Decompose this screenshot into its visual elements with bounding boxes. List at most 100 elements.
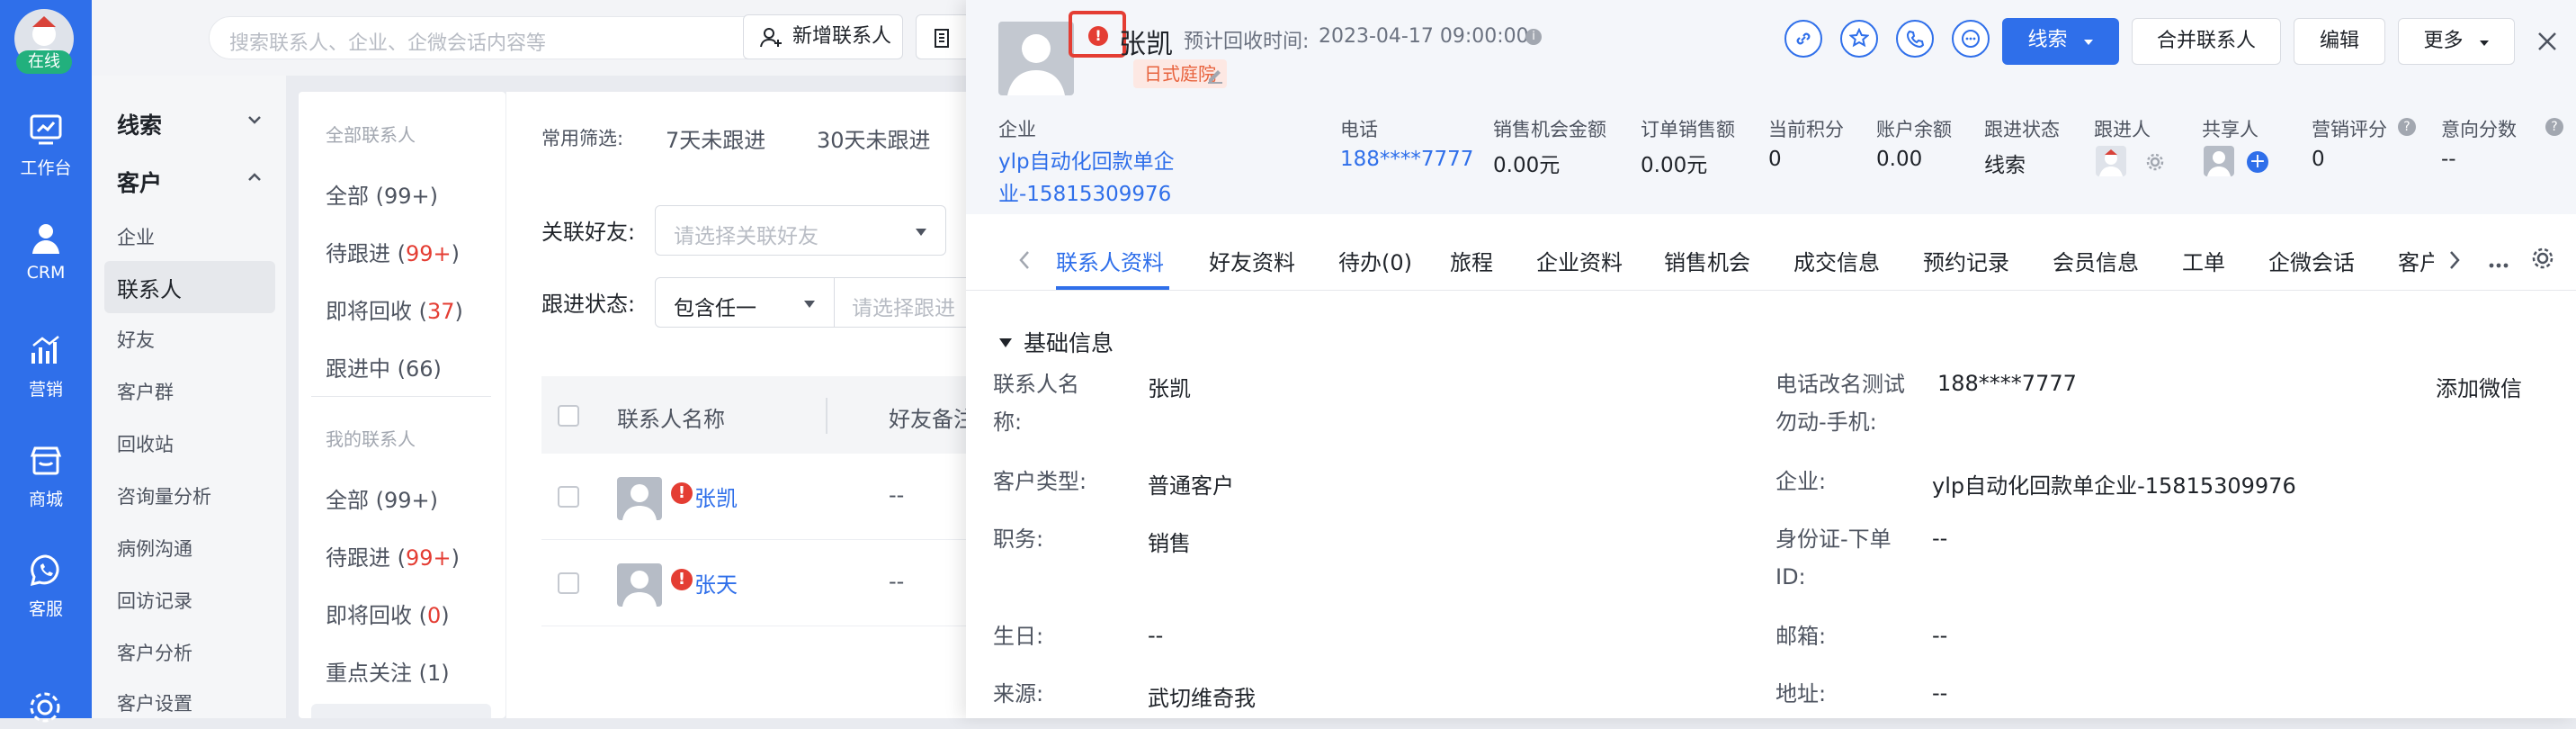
nav-item-friends[interactable]: 好友 bbox=[117, 326, 155, 353]
edit-button[interactable]: 编辑 bbox=[2294, 18, 2385, 65]
filter-suffix: ) bbox=[454, 299, 463, 324]
nav-item-settings[interactable]: 客户设置 bbox=[117, 689, 192, 716]
follower-avatar[interactable] bbox=[2096, 146, 2126, 176]
add-contact-label: 新增联系人 bbox=[792, 25, 892, 48]
tab-wecom-chat[interactable]: 企微会话 bbox=[2268, 245, 2355, 276]
add-sharer-icon[interactable]: + bbox=[2247, 151, 2268, 173]
summary-phone-value[interactable]: 188****7777 bbox=[1340, 148, 1473, 171]
filter-suffix: ) bbox=[451, 545, 461, 571]
nav-group-leads[interactable]: 线索 bbox=[117, 108, 162, 140]
tabs-prev-icon[interactable] bbox=[1018, 250, 1031, 274]
filter-mine-recycle[interactable]: 即将回收 (0) bbox=[326, 598, 450, 629]
tab-ticket[interactable]: 工单 bbox=[2182, 245, 2225, 276]
pending-count: 99+ bbox=[406, 545, 452, 571]
tab-customer[interactable]: 客户 bbox=[2398, 245, 2434, 276]
edit-tag-icon[interactable] bbox=[1205, 65, 1225, 88]
more-tabs-icon[interactable] bbox=[2488, 256, 2509, 273]
tab-appointment[interactable]: 预约记录 bbox=[1923, 245, 2009, 276]
filter-mine-pending[interactable]: 待跟进 (99+) bbox=[326, 540, 460, 572]
clue-button[interactable]: 线索 bbox=[2002, 18, 2119, 65]
gear-icon[interactable] bbox=[2146, 153, 2164, 175]
bar-chart-icon bbox=[31, 336, 59, 364]
contact-name-link[interactable]: 张天 bbox=[694, 567, 738, 598]
add-wechat-link[interactable]: 添加微信 bbox=[2436, 371, 2522, 402]
recycle-count: 0 bbox=[427, 603, 442, 628]
more-button[interactable]: 更多 bbox=[2398, 18, 2515, 65]
field-address-value: -- bbox=[1932, 680, 1948, 706]
select-all-checkbox[interactable] bbox=[558, 405, 579, 427]
add-contact-button[interactable]: 新增联系人 bbox=[743, 14, 903, 59]
nav-item-groups[interactable]: 客户群 bbox=[117, 378, 174, 405]
person-icon bbox=[32, 224, 59, 254]
summary-balance-label: 账户余额 bbox=[1876, 119, 1952, 140]
tab-friend-info[interactable]: 好友资料 bbox=[1209, 245, 1295, 276]
rail-item-shop[interactable]: 商城 bbox=[0, 443, 92, 510]
warning-icon: ! bbox=[671, 482, 693, 504]
rail-item-dashboard[interactable]: 工作台 bbox=[0, 112, 92, 179]
search-input[interactable]: 搜索联系人、企业、企微会话内容等 bbox=[209, 16, 808, 59]
filter-7-days[interactable]: 7天未跟进 bbox=[666, 122, 765, 154]
tabs-next-icon[interactable] bbox=[2448, 250, 2461, 274]
nav-item-recycle[interactable]: 回收站 bbox=[117, 430, 174, 457]
star-button[interactable] bbox=[1840, 20, 1878, 58]
search-placeholder: 搜索联系人、企业、企微会话内容等 bbox=[229, 32, 547, 55]
section-title: 基础信息 bbox=[1024, 330, 1114, 356]
help-icon[interactable]: ? bbox=[2545, 118, 2563, 136]
info-icon[interactable]: i bbox=[1525, 29, 1542, 45]
tab-contact-info[interactable]: 联系人资料 bbox=[1056, 245, 1164, 276]
nav-item-analysis[interactable]: 客户分析 bbox=[117, 639, 192, 666]
tab-journey[interactable]: 旅程 bbox=[1450, 245, 1493, 276]
field-source-value: 武切维奇我 bbox=[1148, 686, 1256, 711]
tab-deal[interactable]: 成交信息 bbox=[1793, 245, 1880, 276]
filter-all[interactable]: 全部 (99+) bbox=[326, 178, 438, 210]
contact-name-link[interactable]: 张凯 bbox=[694, 481, 738, 512]
row-checkbox[interactable] bbox=[558, 572, 579, 594]
summary-company-value[interactable]: ylp自动化回款单企 业-15815309976 bbox=[998, 146, 1175, 211]
summary-opp-value: 0.00元 bbox=[1493, 154, 1561, 177]
tab-company-info[interactable]: 企业资料 bbox=[1536, 245, 1623, 276]
col-name[interactable]: 联系人名称 bbox=[617, 401, 725, 433]
tab-todo[interactable]: 待办(0) bbox=[1338, 245, 1412, 276]
tab-member[interactable]: 会员信息 bbox=[2053, 245, 2139, 276]
summary-phone-label: 电话 bbox=[1340, 119, 1378, 140]
rail-item-crm[interactable]: CRM bbox=[0, 220, 92, 283]
collapse-caret-icon[interactable] bbox=[998, 335, 1013, 352]
table-row[interactable]: ! 张凯 -- bbox=[541, 454, 1009, 540]
help-icon[interactable]: ? bbox=[2398, 118, 2416, 136]
col-remark[interactable]: 好友备注 bbox=[889, 401, 975, 433]
filter-30-days[interactable]: 30天未跟进 bbox=[817, 122, 931, 154]
contact-filter-list: 全部联系人 全部 (99+) 待跟进 (99+) 即将回收 (37) 跟进中 (… bbox=[299, 92, 505, 718]
friend-select[interactable]: 请选择关联好友 bbox=[655, 205, 946, 256]
field-email-label: 邮箱: bbox=[1775, 624, 1827, 649]
nav-item-visit[interactable]: 回访记录 bbox=[117, 587, 192, 614]
nav-item-contacts[interactable]: 联系人 bbox=[117, 272, 182, 303]
nav-item-inquiry[interactable]: 咨询量分析 bbox=[117, 482, 211, 509]
filter-mine-all[interactable]: 全部 (99+) bbox=[326, 482, 438, 514]
rail-item-marketing[interactable]: 营销 bbox=[0, 333, 92, 400]
status-mode-select[interactable]: 包含任一 bbox=[655, 277, 835, 328]
tab-settings-icon[interactable] bbox=[2531, 247, 2554, 274]
close-icon[interactable] bbox=[2536, 31, 2558, 56]
section-all-contacts: 全部联系人 bbox=[326, 124, 416, 146]
nav-item-case[interactable]: 病例沟通 bbox=[117, 535, 192, 562]
phone-button[interactable] bbox=[1896, 20, 1934, 58]
tab-opportunity[interactable]: 销售机会 bbox=[1664, 245, 1750, 276]
row-checkbox[interactable] bbox=[558, 486, 579, 508]
sharer-avatar[interactable] bbox=[2204, 146, 2234, 176]
nav-item-company[interactable]: 企业 bbox=[117, 223, 155, 250]
summary-score-value: 0 bbox=[2312, 148, 2325, 171]
table-row[interactable]: ! 张天 -- bbox=[541, 540, 1009, 626]
chat-button[interactable] bbox=[1952, 20, 1990, 58]
summary-status-label: 跟进状态 bbox=[1984, 119, 2060, 140]
filter-focus[interactable]: 重点关注 (1) bbox=[326, 655, 450, 687]
filter-pending[interactable]: 待跟进 (99+) bbox=[326, 236, 460, 267]
settings-icon[interactable] bbox=[27, 689, 63, 729]
link-button[interactable] bbox=[1784, 20, 1822, 58]
filter-inprogress[interactable]: 跟进中 (66) bbox=[326, 351, 442, 382]
rail-item-service[interactable]: 客服 bbox=[0, 553, 92, 620]
merge-contact-button[interactable]: 合并联系人 bbox=[2132, 18, 2281, 65]
filter-recycle[interactable]: 即将回收 (37) bbox=[326, 293, 463, 325]
summary-company-label: 企业 bbox=[998, 119, 1036, 140]
nav-group-customers[interactable]: 客户 bbox=[117, 166, 162, 198]
field-phone-value[interactable]: 188****7777 bbox=[1937, 371, 2077, 396]
